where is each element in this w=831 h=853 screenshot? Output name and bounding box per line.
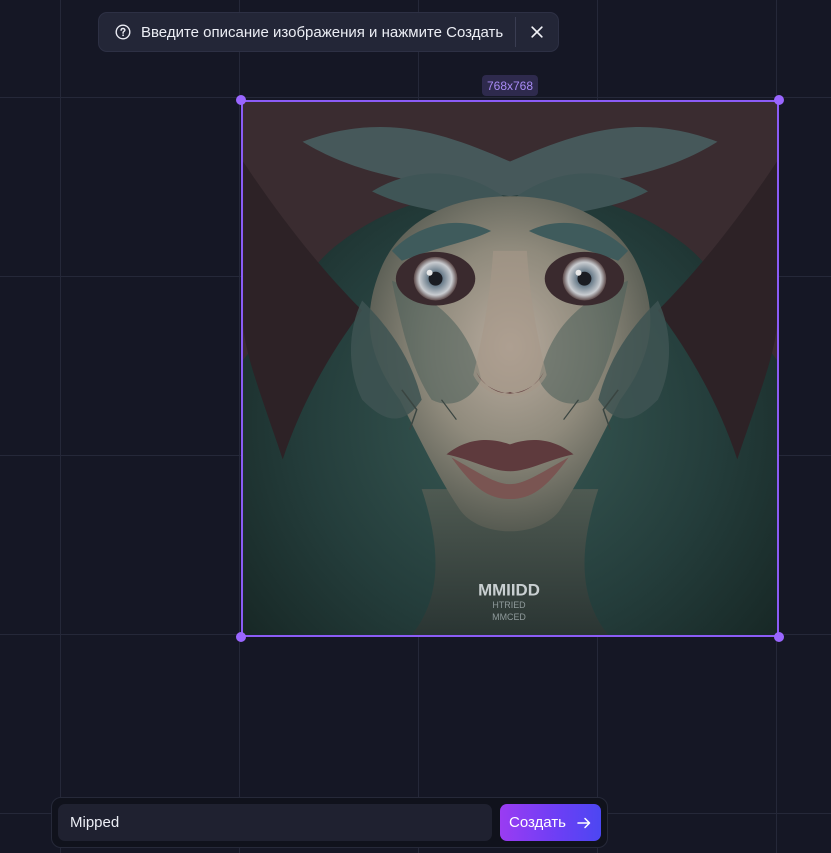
resize-handle-bottom-right[interactable]	[774, 632, 784, 642]
hint-divider	[515, 17, 516, 47]
resize-handle-top-left[interactable]	[236, 95, 246, 105]
prompt-bar: Создать	[51, 797, 608, 848]
watermark-line-1: MMIIDD	[478, 580, 540, 599]
question-circle-icon	[115, 24, 131, 40]
resize-handle-top-right[interactable]	[774, 95, 784, 105]
watermark-line-3: MMCED	[492, 612, 526, 622]
arrow-right-icon	[576, 815, 592, 831]
resize-handle-bottom-left[interactable]	[236, 632, 246, 642]
watermark-line-2: HTRIED	[492, 600, 526, 610]
generated-image-art: MMIIDD HTRIED MMCED	[243, 102, 777, 635]
hint-bar: Введите описание изображения и нажмите С…	[98, 12, 559, 52]
create-button[interactable]: Создать	[500, 804, 601, 841]
prompt-input[interactable]	[58, 804, 492, 841]
create-button-label: Создать	[508, 814, 566, 831]
generated-image[interactable]: MMIIDD HTRIED MMCED	[241, 100, 779, 637]
image-size-badge: 768x768	[482, 75, 538, 96]
hint-text: Введите описание изображения и нажмите С…	[141, 23, 504, 41]
close-icon[interactable]	[527, 22, 547, 42]
